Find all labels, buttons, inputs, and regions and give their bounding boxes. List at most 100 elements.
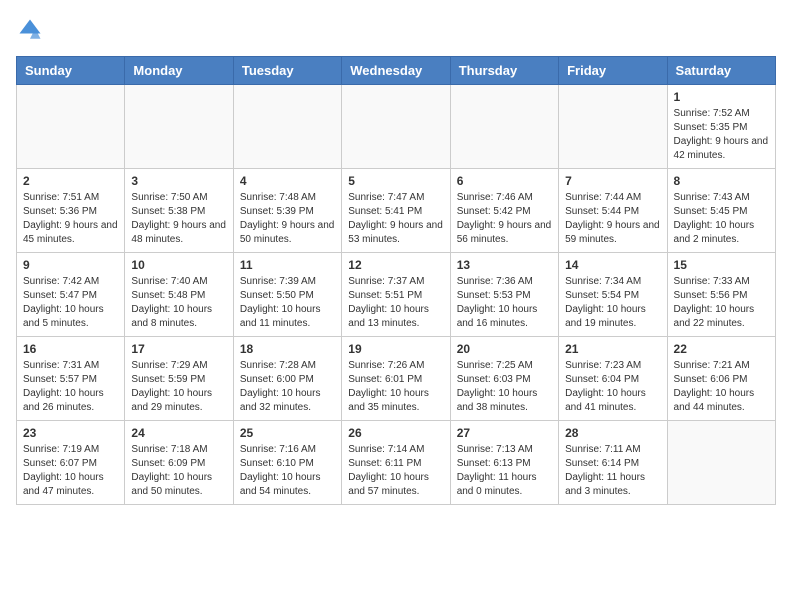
day-info: Sunrise: 7:13 AM Sunset: 6:13 PM Dayligh…	[457, 443, 552, 499]
day-of-week-header: Tuesday	[233, 57, 341, 85]
calendar-cell	[450, 85, 558, 169]
day-of-week-header: Saturday	[667, 57, 775, 85]
day-info: Sunrise: 7:16 AM Sunset: 6:10 PM Dayligh…	[240, 443, 335, 499]
calendar-cell: 12 Sunrise: 7:37 AM Sunset: 5:51 PM Dayli…	[342, 253, 450, 337]
day-info: Sunrise: 7:11 AM Sunset: 6:14 PM Dayligh…	[565, 443, 660, 499]
calendar-cell: 26 Sunrise: 7:14 AM Sunset: 6:11 PM Dayli…	[342, 421, 450, 505]
day-info: Sunrise: 7:25 AM Sunset: 6:03 PM Dayligh…	[457, 359, 552, 415]
day-of-week-header: Sunday	[17, 57, 125, 85]
day-number: 3	[131, 174, 226, 188]
day-number: 1	[674, 90, 769, 104]
day-info: Sunrise: 7:36 AM Sunset: 5:53 PM Dayligh…	[457, 275, 552, 331]
calendar-cell	[559, 85, 667, 169]
day-number: 25	[240, 426, 335, 440]
calendar-cell: 21 Sunrise: 7:23 AM Sunset: 6:04 PM Dayli…	[559, 337, 667, 421]
day-number: 26	[348, 426, 443, 440]
day-info: Sunrise: 7:23 AM Sunset: 6:04 PM Dayligh…	[565, 359, 660, 415]
day-info: Sunrise: 7:14 AM Sunset: 6:11 PM Dayligh…	[348, 443, 443, 499]
day-info: Sunrise: 7:31 AM Sunset: 5:57 PM Dayligh…	[23, 359, 118, 415]
calendar-cell	[125, 85, 233, 169]
day-of-week-header: Monday	[125, 57, 233, 85]
day-info: Sunrise: 7:42 AM Sunset: 5:47 PM Dayligh…	[23, 275, 118, 331]
calendar-cell: 9 Sunrise: 7:42 AM Sunset: 5:47 PM Daylig…	[17, 253, 125, 337]
calendar-cell: 13 Sunrise: 7:36 AM Sunset: 5:53 PM Dayli…	[450, 253, 558, 337]
day-number: 13	[457, 258, 552, 272]
day-number: 6	[457, 174, 552, 188]
calendar-cell: 2 Sunrise: 7:51 AM Sunset: 5:36 PM Daylig…	[17, 169, 125, 253]
day-number: 5	[348, 174, 443, 188]
calendar-cell: 8 Sunrise: 7:43 AM Sunset: 5:45 PM Daylig…	[667, 169, 775, 253]
day-info: Sunrise: 7:19 AM Sunset: 6:07 PM Dayligh…	[23, 443, 118, 499]
day-info: Sunrise: 7:29 AM Sunset: 5:59 PM Dayligh…	[131, 359, 226, 415]
calendar-week-row: 9 Sunrise: 7:42 AM Sunset: 5:47 PM Daylig…	[17, 253, 776, 337]
day-number: 17	[131, 342, 226, 356]
calendar-cell: 3 Sunrise: 7:50 AM Sunset: 5:38 PM Daylig…	[125, 169, 233, 253]
day-info: Sunrise: 7:40 AM Sunset: 5:48 PM Dayligh…	[131, 275, 226, 331]
calendar-cell: 17 Sunrise: 7:29 AM Sunset: 5:59 PM Dayli…	[125, 337, 233, 421]
day-info: Sunrise: 7:26 AM Sunset: 6:01 PM Dayligh…	[348, 359, 443, 415]
day-info: Sunrise: 7:21 AM Sunset: 6:06 PM Dayligh…	[674, 359, 769, 415]
logo	[16, 16, 48, 44]
day-number: 16	[23, 342, 118, 356]
calendar-cell: 22 Sunrise: 7:21 AM Sunset: 6:06 PM Dayli…	[667, 337, 775, 421]
day-number: 7	[565, 174, 660, 188]
calendar-cell: 1 Sunrise: 7:52 AM Sunset: 5:35 PM Daylig…	[667, 85, 775, 169]
calendar-cell: 23 Sunrise: 7:19 AM Sunset: 6:07 PM Dayli…	[17, 421, 125, 505]
day-number: 28	[565, 426, 660, 440]
day-number: 20	[457, 342, 552, 356]
day-number: 18	[240, 342, 335, 356]
day-of-week-header: Friday	[559, 57, 667, 85]
logo-icon	[16, 16, 44, 44]
calendar-cell	[667, 421, 775, 505]
day-info: Sunrise: 7:28 AM Sunset: 6:00 PM Dayligh…	[240, 359, 335, 415]
day-number: 10	[131, 258, 226, 272]
calendar-cell: 28 Sunrise: 7:11 AM Sunset: 6:14 PM Dayli…	[559, 421, 667, 505]
calendar-cell: 19 Sunrise: 7:26 AM Sunset: 6:01 PM Dayli…	[342, 337, 450, 421]
calendar-cell: 20 Sunrise: 7:25 AM Sunset: 6:03 PM Dayli…	[450, 337, 558, 421]
calendar-cell: 4Sunrise: 7:48 AM Sunset: 5:39 PM Daylig…	[233, 169, 341, 253]
calendar-cell: 6 Sunrise: 7:46 AM Sunset: 5:42 PM Daylig…	[450, 169, 558, 253]
day-info: Sunrise: 7:51 AM Sunset: 5:36 PM Dayligh…	[23, 191, 118, 247]
calendar-cell: 7 Sunrise: 7:44 AM Sunset: 5:44 PM Daylig…	[559, 169, 667, 253]
day-number: 14	[565, 258, 660, 272]
calendar-header-row: SundayMondayTuesdayWednesdayThursdayFrid…	[17, 57, 776, 85]
day-number: 19	[348, 342, 443, 356]
calendar-cell	[342, 85, 450, 169]
calendar-week-row: 16 Sunrise: 7:31 AM Sunset: 5:57 PM Dayli…	[17, 337, 776, 421]
calendar-cell: 24Sunrise: 7:18 AM Sunset: 6:09 PM Dayli…	[125, 421, 233, 505]
calendar-week-row: 2 Sunrise: 7:51 AM Sunset: 5:36 PM Daylig…	[17, 169, 776, 253]
calendar-cell: 10 Sunrise: 7:40 AM Sunset: 5:48 PM Dayli…	[125, 253, 233, 337]
calendar-cell: 18 Sunrise: 7:28 AM Sunset: 6:00 PM Dayli…	[233, 337, 341, 421]
calendar-cell: 25 Sunrise: 7:16 AM Sunset: 6:10 PM Dayli…	[233, 421, 341, 505]
day-info: Sunrise: 7:46 AM Sunset: 5:42 PM Dayligh…	[457, 191, 552, 247]
day-info: Sunrise: 7:18 AM Sunset: 6:09 PM Dayligh…	[131, 443, 226, 499]
calendar-cell: 14Sunrise: 7:34 AM Sunset: 5:54 PM Dayli…	[559, 253, 667, 337]
day-number: 12	[348, 258, 443, 272]
header	[16, 16, 776, 44]
day-number: 27	[457, 426, 552, 440]
day-info: Sunrise: 7:39 AM Sunset: 5:50 PM Dayligh…	[240, 275, 335, 331]
calendar: SundayMondayTuesdayWednesdayThursdayFrid…	[16, 56, 776, 505]
day-number: 2	[23, 174, 118, 188]
day-number: 21	[565, 342, 660, 356]
day-number: 22	[674, 342, 769, 356]
day-info: Sunrise: 7:50 AM Sunset: 5:38 PM Dayligh…	[131, 191, 226, 247]
day-info: Sunrise: 7:37 AM Sunset: 5:51 PM Dayligh…	[348, 275, 443, 331]
calendar-cell: 5 Sunrise: 7:47 AM Sunset: 5:41 PM Daylig…	[342, 169, 450, 253]
day-info: Sunrise: 7:48 AM Sunset: 5:39 PM Dayligh…	[240, 191, 335, 247]
day-number: 11	[240, 258, 335, 272]
day-info: Sunrise: 7:44 AM Sunset: 5:44 PM Dayligh…	[565, 191, 660, 247]
day-of-week-header: Thursday	[450, 57, 558, 85]
calendar-cell	[17, 85, 125, 169]
day-info: Sunrise: 7:43 AM Sunset: 5:45 PM Dayligh…	[674, 191, 769, 247]
calendar-cell: 16 Sunrise: 7:31 AM Sunset: 5:57 PM Dayli…	[17, 337, 125, 421]
day-info: Sunrise: 7:52 AM Sunset: 5:35 PM Dayligh…	[674, 107, 769, 163]
day-number: 8	[674, 174, 769, 188]
day-number: 9	[23, 258, 118, 272]
day-number: 23	[23, 426, 118, 440]
calendar-cell: 15 Sunrise: 7:33 AM Sunset: 5:56 PM Dayli…	[667, 253, 775, 337]
day-info: Sunrise: 7:47 AM Sunset: 5:41 PM Dayligh…	[348, 191, 443, 247]
day-info: Sunrise: 7:33 AM Sunset: 5:56 PM Dayligh…	[674, 275, 769, 331]
calendar-week-row: 1 Sunrise: 7:52 AM Sunset: 5:35 PM Daylig…	[17, 85, 776, 169]
day-number: 15	[674, 258, 769, 272]
